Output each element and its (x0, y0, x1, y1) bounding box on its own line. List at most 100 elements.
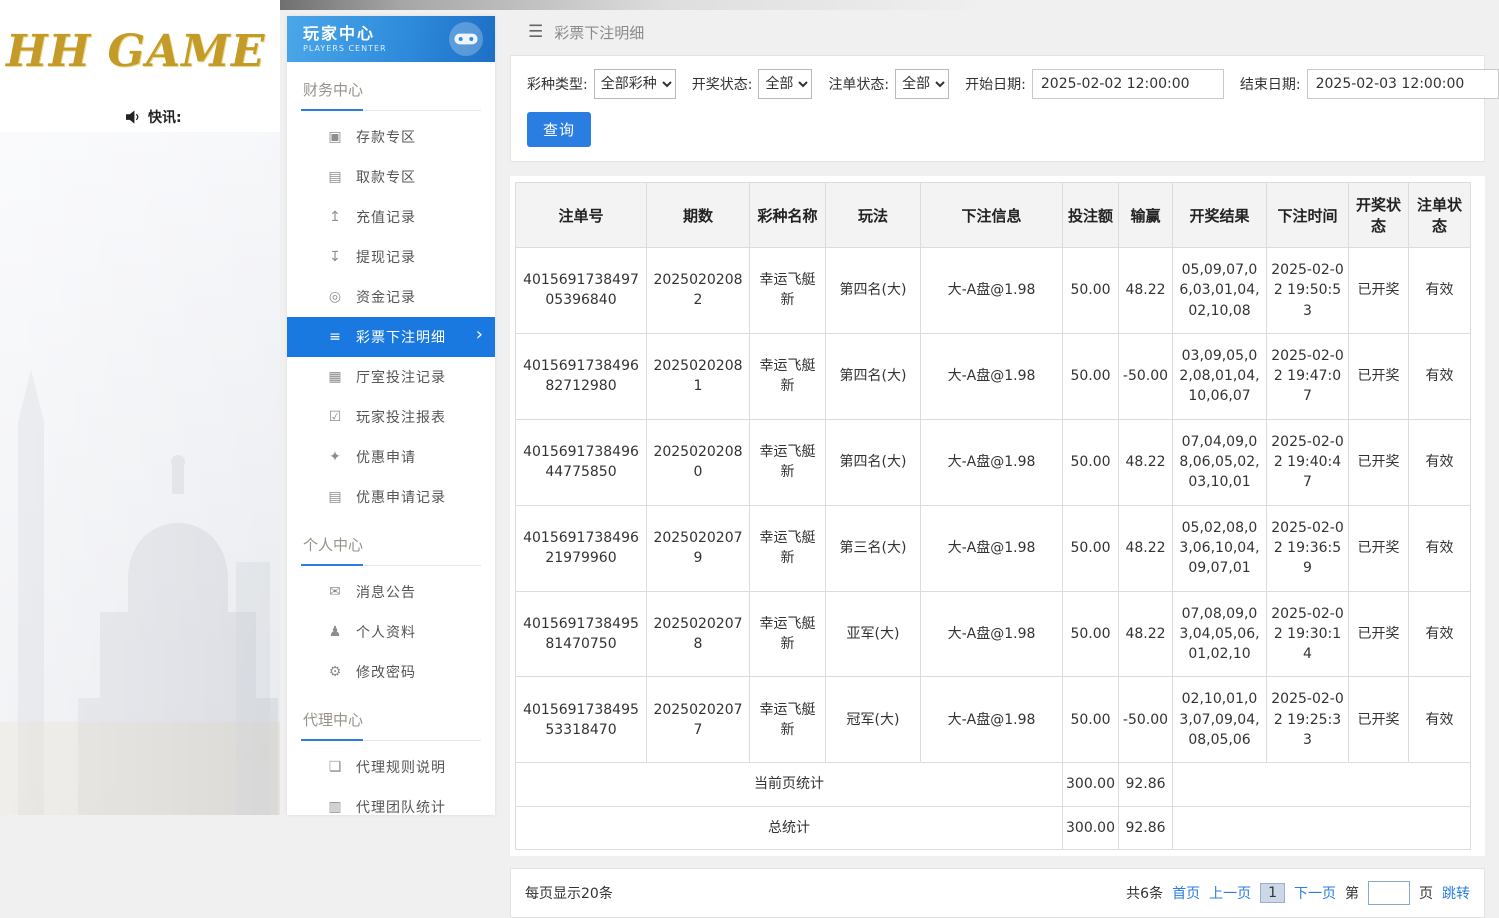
sidebar-item-label: 彩票下注明细 (356, 330, 446, 346)
topbar: ☰ 彩票下注明细 (510, 12, 1485, 55)
table-cell: 50.00 (1062, 418, 1119, 506)
page-title: 彩票下注明细 (554, 24, 645, 42)
start-date-input[interactable] (1031, 69, 1224, 99)
draw-status-select[interactable]: 全部 (758, 69, 813, 99)
sidebar-item-player-bet-report[interactable]: ☑ 玩家投注报表 (287, 397, 495, 437)
table-row: 401569173849621979960 20250202079 幸运飞艇新 第三名… (515, 504, 1471, 592)
table-cell: 已开奖 (1348, 590, 1409, 678)
sidebar-item-promo-apply[interactable]: ✦ 优惠申请 (287, 437, 495, 477)
column-header: 期数 (646, 182, 750, 248)
summary-row: 总统计 300.00 92.86 (515, 805, 1471, 850)
bell-icon: ✉ (329, 584, 341, 600)
table-row: 401569173849644775850 20250202080 幸运飞艇新 第四名… (515, 418, 1471, 506)
sidebar-item-deposit-card[interactable]: ▣ 存款专区 (287, 117, 495, 157)
table-cell: 冠军(大) (825, 676, 921, 764)
recharge-record-icon: ↥ (329, 209, 341, 225)
sidebar-item-funds-record[interactable]: ◎ 资金记录 (287, 277, 495, 317)
menu-toggle-icon[interactable]: ☰ (528, 24, 543, 41)
sidebar-item-hall-bet-record[interactable]: ▦ 厅室投注记录 (287, 357, 495, 397)
summary-row: 当前页统计 300.00 92.86 (515, 762, 1471, 807)
prev-page-link[interactable]: 上一页 (1209, 883, 1251, 903)
pager: 共6条 首页 上一页 1 下一页 第 页 跳转 (1126, 880, 1470, 905)
table-cell: 大-A盘@1.98 (920, 332, 1063, 420)
sidebar-section-title: 财务中心 (301, 66, 481, 111)
sidebar-item-person[interactable]: ♟ 个人资料 (287, 612, 495, 652)
table-cell: 2025-02-02 19:30:14 (1266, 590, 1349, 678)
table-row: 401569173849553318470 20250202077 幸运飞艇新 冠军(… (515, 676, 1471, 764)
sidebar-header: 玩家中心 PLAYERS CENTER (287, 16, 495, 62)
table-cell: 20250202078 (646, 590, 750, 678)
sidebar-item-recharge-record[interactable]: ↥ 充值记录 (287, 197, 495, 237)
page-jump-input[interactable] (1368, 880, 1410, 905)
table-cell: 05,09,07,06,03,01,04,02,10,08 (1172, 247, 1267, 334)
draw-status-label: 开奖状态: (691, 77, 753, 93)
content: ☰ 彩票下注明细 彩种类型: 全部彩种 开奖状态: 全部 注单状态: 全部 开始… (510, 12, 1499, 918)
sidebar-item-document[interactable]: ❏ 代理规则说明 (287, 747, 495, 787)
sidebar-item-cashout-record[interactable]: ↧ 提现记录 (287, 237, 495, 277)
table-cell: 05,02,08,03,06,10,04,09,07,01 (1172, 504, 1267, 592)
sidebar-item-label: 优惠申请 (356, 450, 416, 466)
table-cell: 03,09,05,02,08,01,04,10,06,07 (1172, 332, 1267, 420)
summary-win-total: 92.86 (1118, 762, 1173, 807)
sidebar-item-promo-record[interactable]: ▤ 优惠申请记录 (287, 477, 495, 517)
jump-link[interactable]: 跳转 (1442, 883, 1470, 903)
table-cell: 已开奖 (1348, 247, 1409, 334)
sidebar-item-label: 厅室投注记录 (356, 370, 446, 386)
background-photo (0, 132, 280, 815)
table-cell: 401569173849705396840 (515, 247, 647, 334)
funds-record-icon: ◎ (328, 289, 342, 305)
table-cell: 2025-02-02 19:25:33 (1266, 676, 1349, 764)
deposit-card-icon: ▣ (328, 129, 342, 145)
end-date-label: 结束日期: (1239, 77, 1301, 93)
column-header: 输赢 (1118, 182, 1173, 248)
gear-icon: ⚙ (328, 664, 342, 680)
sidebar: 玩家中心 PLAYERS CENTER 财务中心 ▣ 存款专区 ▤ 取款专区 ↥ 充值记录 ↧… (287, 16, 495, 816)
first-page-link[interactable]: 首页 (1172, 883, 1200, 903)
current-page[interactable]: 1 (1260, 882, 1285, 903)
column-header: 开奖结果 (1172, 182, 1267, 248)
speaker-icon (126, 110, 141, 124)
total-count: 共6条 (1126, 885, 1164, 902)
news-label: 快讯: (148, 110, 182, 126)
hall-bet-record-icon: ▦ (328, 369, 342, 385)
pagination-bar: 每页显示20条 共6条 首页 上一页 1 下一页 第 页 跳转 (510, 867, 1485, 918)
page-prefix-label: 第 (1345, 885, 1359, 902)
sidebar-item-withdraw[interactable]: ▤ 取款专区 (287, 157, 495, 197)
table-cell: 50.00 (1062, 332, 1119, 420)
sidebar-item-team-stats[interactable]: ▥ 代理团队统计 (287, 787, 495, 827)
lottery-type-select[interactable]: 全部彩种 (593, 69, 676, 99)
sidebar-item-label: 资金记录 (356, 290, 416, 306)
table-cell: -50.00 (1118, 676, 1173, 764)
table-cell: 亚军(大) (825, 590, 921, 678)
sidebar-item-label: 存款专区 (356, 130, 416, 146)
query-button[interactable]: 查询 (527, 112, 592, 147)
sidebar-title: 玩家中心 (303, 23, 376, 43)
table-panel: 注单号 期数 彩种名称 玩法 下注信息 投注额 输赢 开奖结果 下注时间 开奖状态 注单状态 401… (510, 176, 1485, 856)
table-cell: 大-A盘@1.98 (920, 590, 1063, 678)
end-date-input[interactable] (1306, 69, 1499, 99)
table-cell: 第四名(大) (825, 332, 921, 420)
sidebar-subtitle: PLAYERS CENTER (303, 44, 387, 54)
sidebar-item-label: 个人资料 (356, 625, 416, 641)
summary-bet-total: 300.00 (1062, 805, 1119, 850)
sidebar-item-lottery-bet-detail[interactable]: ≡ 彩票下注明细 › (287, 317, 495, 357)
bet-status-select[interactable]: 全部 (895, 69, 950, 99)
column-header: 投注额 (1062, 182, 1119, 248)
summary-label: 总统计 (515, 805, 1063, 850)
column-header: 注单状态 (1408, 182, 1471, 248)
player-bet-report-icon: ☑ (328, 409, 342, 425)
table-cell: 07,08,09,03,04,05,06,01,02,10 (1172, 590, 1267, 678)
table-cell: 有效 (1408, 332, 1471, 420)
table-cell: 大-A盘@1.98 (920, 504, 1063, 592)
table-cell: 有效 (1408, 590, 1471, 678)
sidebar-item-label: 玩家投注报表 (356, 410, 446, 426)
next-page-link[interactable]: 下一页 (1294, 883, 1336, 903)
start-date-label: 开始日期: (965, 77, 1026, 93)
table-cell: 第三名(大) (825, 504, 921, 592)
table-cell: -50.00 (1118, 332, 1173, 420)
sidebar-item-gear[interactable]: ⚙ 修改密码 (287, 652, 495, 692)
table-cell: 已开奖 (1348, 418, 1409, 506)
table-cell: 20250202080 (646, 418, 750, 506)
lottery-bet-detail-icon: ≡ (329, 329, 341, 345)
sidebar-item-bell[interactable]: ✉ 消息公告 (287, 572, 495, 612)
